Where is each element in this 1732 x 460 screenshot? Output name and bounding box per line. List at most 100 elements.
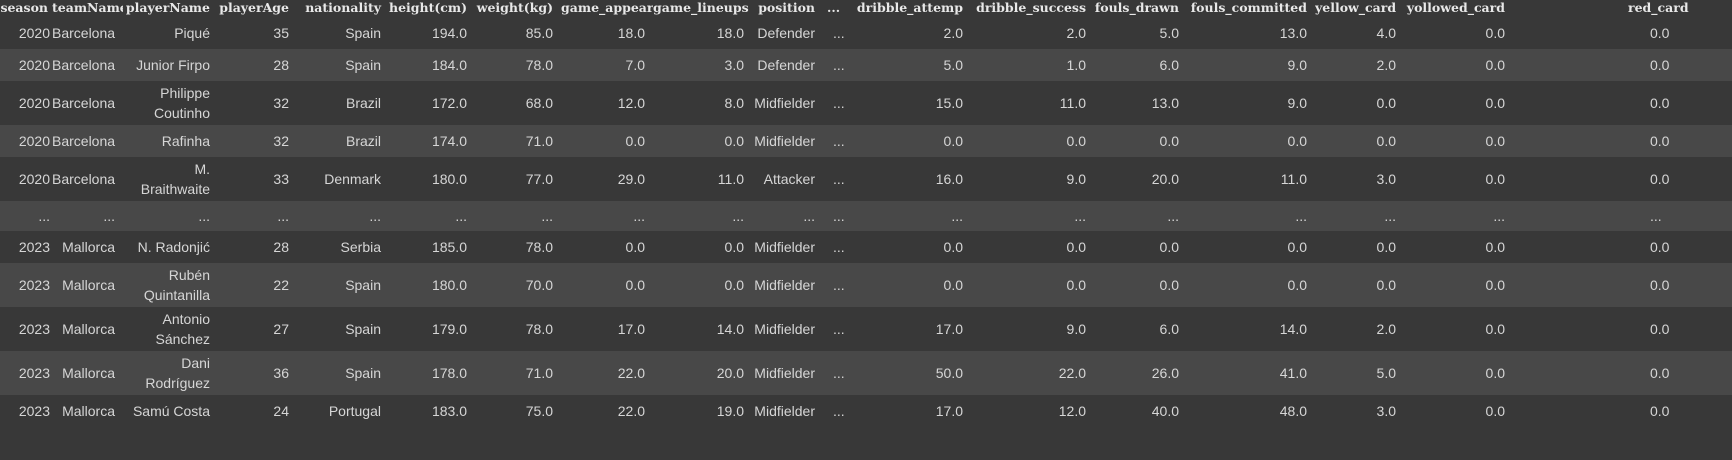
- cell-fouls-committed: 9.0: [1287, 95, 1307, 111]
- table-row: 2023 Mallorca Samú Costa 24 Portugal 183.0 75.…: [0, 395, 1732, 427]
- cell-playerage: 36: [273, 365, 289, 381]
- cell-game-lineups: 3.0: [724, 57, 744, 73]
- cell-nationality: ...: [369, 208, 381, 224]
- cell-playerage: 24: [273, 403, 289, 419]
- cell-height: 174.0: [431, 133, 467, 149]
- cell-weight: 71.0: [525, 133, 553, 149]
- cell-dribble-success: 9.0: [1066, 171, 1086, 187]
- cell-weight: 68.0: [525, 95, 553, 111]
- cell-teamname: Mallorca: [62, 277, 115, 293]
- cell-season: 2020: [18, 171, 50, 187]
- dataframe-table: season teamName playerName playerAge nat…: [0, 0, 1732, 427]
- cell-red-card: 0.0: [1650, 133, 1670, 149]
- cell-dribble-success: 11.0: [1059, 95, 1086, 111]
- cell-red-card: 0.0: [1650, 171, 1670, 187]
- cell-height: ...: [455, 208, 467, 224]
- cell-game-appear: 0.0: [625, 239, 645, 255]
- cell-ellipsis: ...: [833, 95, 845, 111]
- cell-playerage: ...: [277, 208, 289, 224]
- cell-ellipsis: ...: [833, 171, 845, 187]
- col-header-playerage: playerAge: [218, 0, 297, 16]
- table-row: 2023 Mallorca Rubén Quintanilla 22 Spain 180.…: [0, 263, 1732, 307]
- cell-nationality: Serbia: [340, 239, 381, 255]
- cell-game-lineups: 18.0: [716, 24, 744, 41]
- cell-teamname: ...: [103, 208, 115, 224]
- cell-dribble-attemp: 0.0: [943, 277, 963, 293]
- cell-dribble-success: 2.0: [1066, 24, 1086, 41]
- cell-ellipsis: ...: [833, 57, 845, 73]
- cell-yellow-card: 2.0: [1376, 57, 1396, 73]
- cell-weight: 85.0: [525, 24, 553, 41]
- cell-yellow-card: 4.0: [1376, 24, 1396, 41]
- col-header-height: height(cm): [389, 0, 475, 16]
- cell-weight: 77.0: [525, 171, 553, 187]
- cell-yollowed-card: 0.0: [1485, 133, 1505, 149]
- dataframe-output: season teamName playerName playerAge nat…: [0, 0, 1732, 460]
- cell-position: Midfielder: [754, 321, 815, 337]
- cell-red-card: 0.0: [1650, 239, 1670, 255]
- cell-playerage: 28: [273, 239, 289, 255]
- cell-dribble-attemp: 0.0: [943, 133, 963, 149]
- cell-ellipsis: ...: [833, 208, 845, 224]
- cell-ellipsis: ...: [833, 277, 845, 293]
- cell-yollowed-card: 0.0: [1485, 239, 1505, 255]
- cell-fouls-drawn: 13.0: [1151, 95, 1179, 111]
- cell-dribble-success: 12.0: [1058, 403, 1086, 419]
- col-header-season: season: [0, 0, 52, 16]
- cell-position: Midfielder: [754, 133, 815, 149]
- cell-weight: 78.0: [525, 321, 553, 337]
- cell-fouls-drawn: 6.0: [1159, 321, 1179, 337]
- cell-playername: Rafinha: [161, 133, 210, 149]
- col-header-playername: playerName: [123, 0, 218, 16]
- table-row: 2023 Mallorca Antonio Sánchez 27 Spain 179.0 7…: [0, 307, 1732, 351]
- cell-playerage: 33: [273, 171, 289, 187]
- cell-red-card: 0.0: [1650, 57, 1670, 73]
- cell-ellipsis: ...: [833, 403, 845, 419]
- cell-fouls-drawn: 20.0: [1151, 171, 1179, 187]
- cell-playername: ...: [198, 208, 210, 224]
- cell-fouls-committed: 11.0: [1280, 171, 1307, 187]
- cell-yellow-card: 0.0: [1376, 133, 1396, 149]
- cell-yollowed-card: 0.0: [1485, 171, 1505, 187]
- table-row: 2020 Barcelona Rafinha 32 Brazil 174.0 71.0 0.0…: [0, 125, 1732, 157]
- cell-fouls-committed: 41.0: [1279, 365, 1307, 381]
- cell-game-appear: 0.0: [625, 277, 645, 293]
- cell-position: Attacker: [763, 171, 815, 187]
- cell-ellipsis: ...: [833, 365, 845, 381]
- cell-dribble-attemp: 16.0: [935, 171, 963, 187]
- cell-playerage: 35: [273, 24, 289, 41]
- cell-game-lineups: 0.0: [724, 239, 744, 255]
- table-row: 2020 Barcelona Philippe Coutinho 32 Brazil 17…: [0, 81, 1732, 125]
- cell-game-lineups: 0.0: [724, 277, 744, 293]
- cell-ellipsis: ...: [833, 133, 845, 149]
- col-header-yellow-card: yellow_card: [1315, 0, 1404, 16]
- cell-yellow-card: ...: [1384, 208, 1396, 224]
- cell-game-lineups: 14.0: [716, 321, 744, 337]
- cell-red-card: 0.0: [1650, 321, 1670, 337]
- cell-playerage: 28: [273, 57, 289, 73]
- cell-game-appear: 22.0: [617, 365, 645, 381]
- cell-playerage: 27: [273, 321, 289, 337]
- cell-game-lineups: 11.0: [717, 171, 744, 187]
- cell-game-appear: 22.0: [617, 403, 645, 419]
- cell-playername: Philippe Coutinho: [153, 85, 210, 121]
- cell-nationality: Spain: [345, 277, 381, 293]
- cell-playername: Samú Costa: [132, 403, 210, 419]
- cell-fouls-drawn: 5.0: [1159, 24, 1179, 41]
- col-header-nationality: nationality: [297, 0, 389, 16]
- cell-yollowed-card: ...: [1493, 208, 1505, 224]
- cell-season: 2020: [18, 24, 50, 41]
- cell-fouls-committed: 9.0: [1287, 57, 1307, 73]
- cell-yellow-card: 0.0: [1376, 239, 1396, 255]
- cell-dribble-attemp: 17.0: [935, 321, 963, 337]
- cell-red-card: 0.0: [1650, 403, 1670, 419]
- col-header-teamname: teamName: [52, 0, 123, 16]
- table-row: 2020 Barcelona Piqué 35 Spain 194.0 85.0 18.0 18…: [0, 16, 1732, 49]
- cell-game-appear: 0.0: [625, 133, 645, 149]
- cell-dribble-attemp: 2.0: [943, 24, 963, 41]
- cell-weight: 78.0: [525, 57, 553, 73]
- cell-fouls-committed: 0.0: [1287, 277, 1307, 293]
- cell-dribble-success: 9.0: [1066, 321, 1086, 337]
- col-header-weight: weight(kg): [475, 0, 561, 16]
- cell-nationality: Spain: [345, 321, 381, 337]
